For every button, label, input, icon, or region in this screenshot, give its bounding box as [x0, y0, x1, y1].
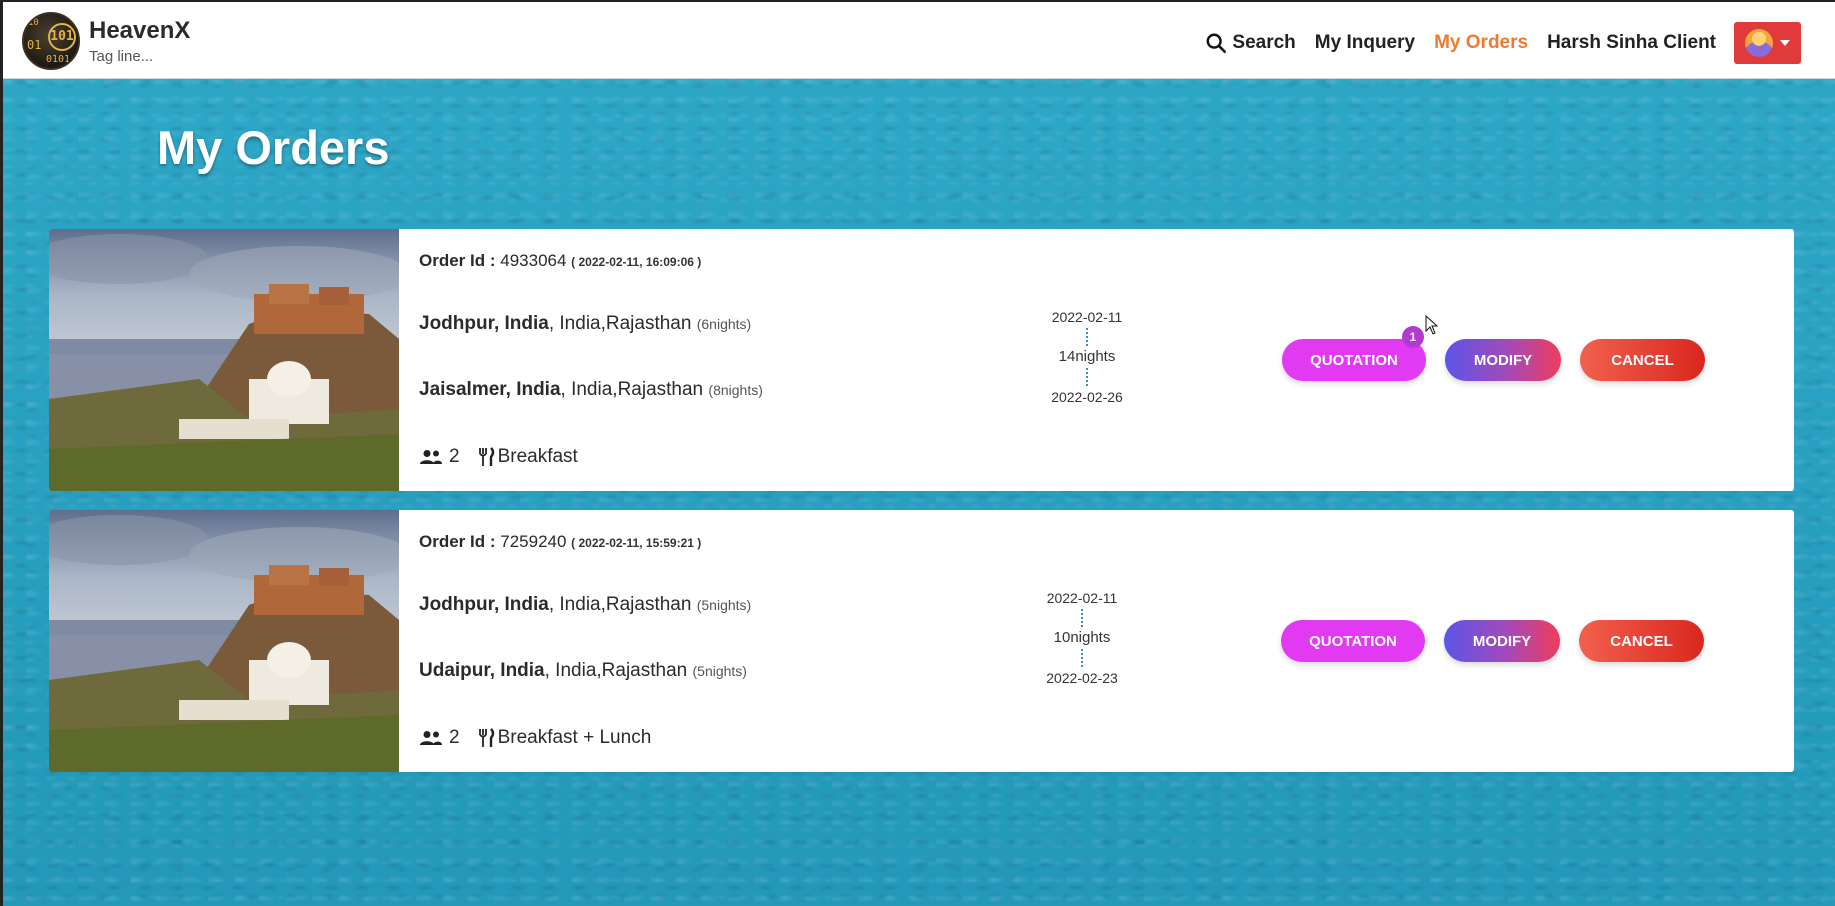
order-info: Order Id : 4933064 ( 2022-02-11, 16:09:0… — [419, 229, 1059, 491]
destination-name: Jodhpur, India — [419, 313, 549, 334]
modify-button[interactable]: MODIFY — [1444, 620, 1560, 662]
timeline-connector — [1086, 328, 1088, 346]
order-actions: QUOTATION 1 MODIFY CANCEL — [1282, 326, 1705, 381]
nav-search-label: Search — [1232, 32, 1296, 53]
user-menu-button[interactable] — [1734, 22, 1801, 64]
order-timestamp: ( 2022-02-11, 16:09:06 ) — [571, 255, 702, 269]
order-id-label: Order Id : — [419, 532, 496, 551]
meal-plan: Breakfast — [497, 446, 578, 467]
destination-nights: (6nights) — [696, 316, 752, 332]
order-id-label: Order Id : — [419, 251, 496, 270]
end-date: 2022-02-23 — [1046, 670, 1118, 686]
quotation-button[interactable]: QUOTATION — [1281, 620, 1425, 662]
total-nights: 14nights — [1058, 348, 1116, 365]
brand-name: HeavenX — [89, 17, 191, 44]
order-timestamp: ( 2022-02-11, 15:59:21 ) — [571, 536, 702, 550]
cancel-button[interactable]: CANCEL — [1579, 620, 1704, 662]
destination-name: Jaisalmer, India — [419, 379, 561, 400]
quotation-label: QUOTATION — [1310, 351, 1398, 369]
timeline-connector — [1081, 609, 1083, 627]
logo-text: 101 — [48, 23, 76, 51]
destination-row: Jodhpur, India, India,Rajasthan (6nights… — [419, 313, 751, 335]
destination-row: Udaipur, India, India,Rajasthan (5nights… — [419, 660, 747, 682]
logo: 10 01 101 0101 — [22, 12, 80, 70]
start-date: 2022-02-11 — [1046, 590, 1118, 606]
cancel-button[interactable]: CANCEL — [1580, 339, 1705, 381]
total-nights: 10nights — [1053, 629, 1111, 646]
order-actions: QUOTATION MODIFY CANCEL — [1281, 620, 1704, 662]
caret-down-icon — [1780, 40, 1790, 46]
tagline: Tag line... — [89, 48, 154, 65]
restaurant-icon — [478, 728, 494, 747]
start-date: 2022-02-11 — [1051, 309, 1123, 325]
order-card: Order Id : 7259240 ( 2022-02-11, 15:59:2… — [49, 510, 1794, 772]
destination-region: , India,Rajasthan — [560, 379, 704, 400]
order-id: 4933064 — [500, 251, 567, 270]
destination-name: Jodhpur, India — [419, 594, 549, 615]
order-info: Order Id : 7259240 ( 2022-02-11, 15:59:2… — [419, 510, 1059, 772]
main-nav: Search My Inquery My Orders Harsh Sinha … — [1186, 22, 1801, 64]
destination-nights: (8nights) — [708, 382, 763, 398]
destination-row: Jaisalmer, India, India,Rajasthan (8nigh… — [419, 379, 763, 401]
nav-my-inquery[interactable]: My Inquery — [1315, 32, 1415, 54]
order-id: 7259240 — [500, 532, 567, 551]
timeline-connector — [1081, 649, 1083, 667]
destination-region: , India,Rajasthan — [548, 313, 692, 334]
mouse-cursor-icon — [1425, 315, 1439, 335]
notification-badge: 1 — [1402, 326, 1424, 348]
destination-name: Udaipur, India — [419, 660, 545, 681]
modify-button[interactable]: MODIFY — [1445, 339, 1561, 381]
brand-text: HeavenX Tag line... — [89, 17, 190, 65]
destination-row: Jodhpur, India, India,Rajasthan (5nights… — [419, 594, 751, 616]
people-icon — [420, 731, 442, 745]
order-meta: 2 Breakfast + Lunch — [419, 727, 651, 749]
destination-image — [49, 510, 399, 772]
page-title: My Orders — [157, 121, 390, 174]
destination-region: , India,Rajasthan — [544, 660, 688, 681]
meal-plan: Breakfast + Lunch — [497, 727, 652, 748]
brand[interactable]: 10 01 101 0101 HeavenX Tag line... — [22, 12, 190, 70]
pax-count: 2 — [449, 727, 460, 748]
order-id-line: Order Id : 4933064 ( 2022-02-11, 16:09:0… — [419, 251, 701, 271]
timeline-connector — [1086, 368, 1088, 386]
nav-user-name[interactable]: Harsh Sinha Client — [1547, 32, 1716, 54]
nav-search[interactable]: Search — [1205, 32, 1296, 54]
search-icon — [1206, 33, 1227, 53]
end-date: 2022-02-26 — [1051, 389, 1123, 405]
stay-timeline: 2022-02-11 10nights 2022-02-23 — [1022, 589, 1142, 687]
people-icon — [420, 450, 442, 464]
order-card: Order Id : 4933064 ( 2022-02-11, 16:09:0… — [49, 229, 1794, 491]
order-meta: 2 Breakfast — [419, 446, 578, 468]
pax-count: 2 — [449, 446, 460, 467]
destination-image — [49, 229, 399, 491]
logo-text: 10 — [28, 18, 39, 28]
restaurant-icon — [478, 447, 494, 466]
destination-nights: (5nights) — [692, 663, 747, 679]
avatar — [1745, 29, 1773, 57]
order-id-line: Order Id : 7259240 ( 2022-02-11, 15:59:2… — [419, 532, 701, 552]
destination-nights: (5nights) — [696, 597, 752, 613]
nav-my-orders[interactable]: My Orders — [1434, 32, 1528, 54]
logo-text: 0101 — [46, 54, 71, 65]
top-navbar: 10 01 101 0101 HeavenX Tag line... Searc… — [3, 2, 1835, 79]
logo-text: 01 — [27, 38, 42, 52]
stay-timeline: 2022-02-11 14nights 2022-02-26 — [1027, 308, 1147, 406]
quotation-button[interactable]: QUOTATION 1 — [1282, 326, 1426, 381]
destination-region: , India,Rajasthan — [548, 594, 692, 615]
